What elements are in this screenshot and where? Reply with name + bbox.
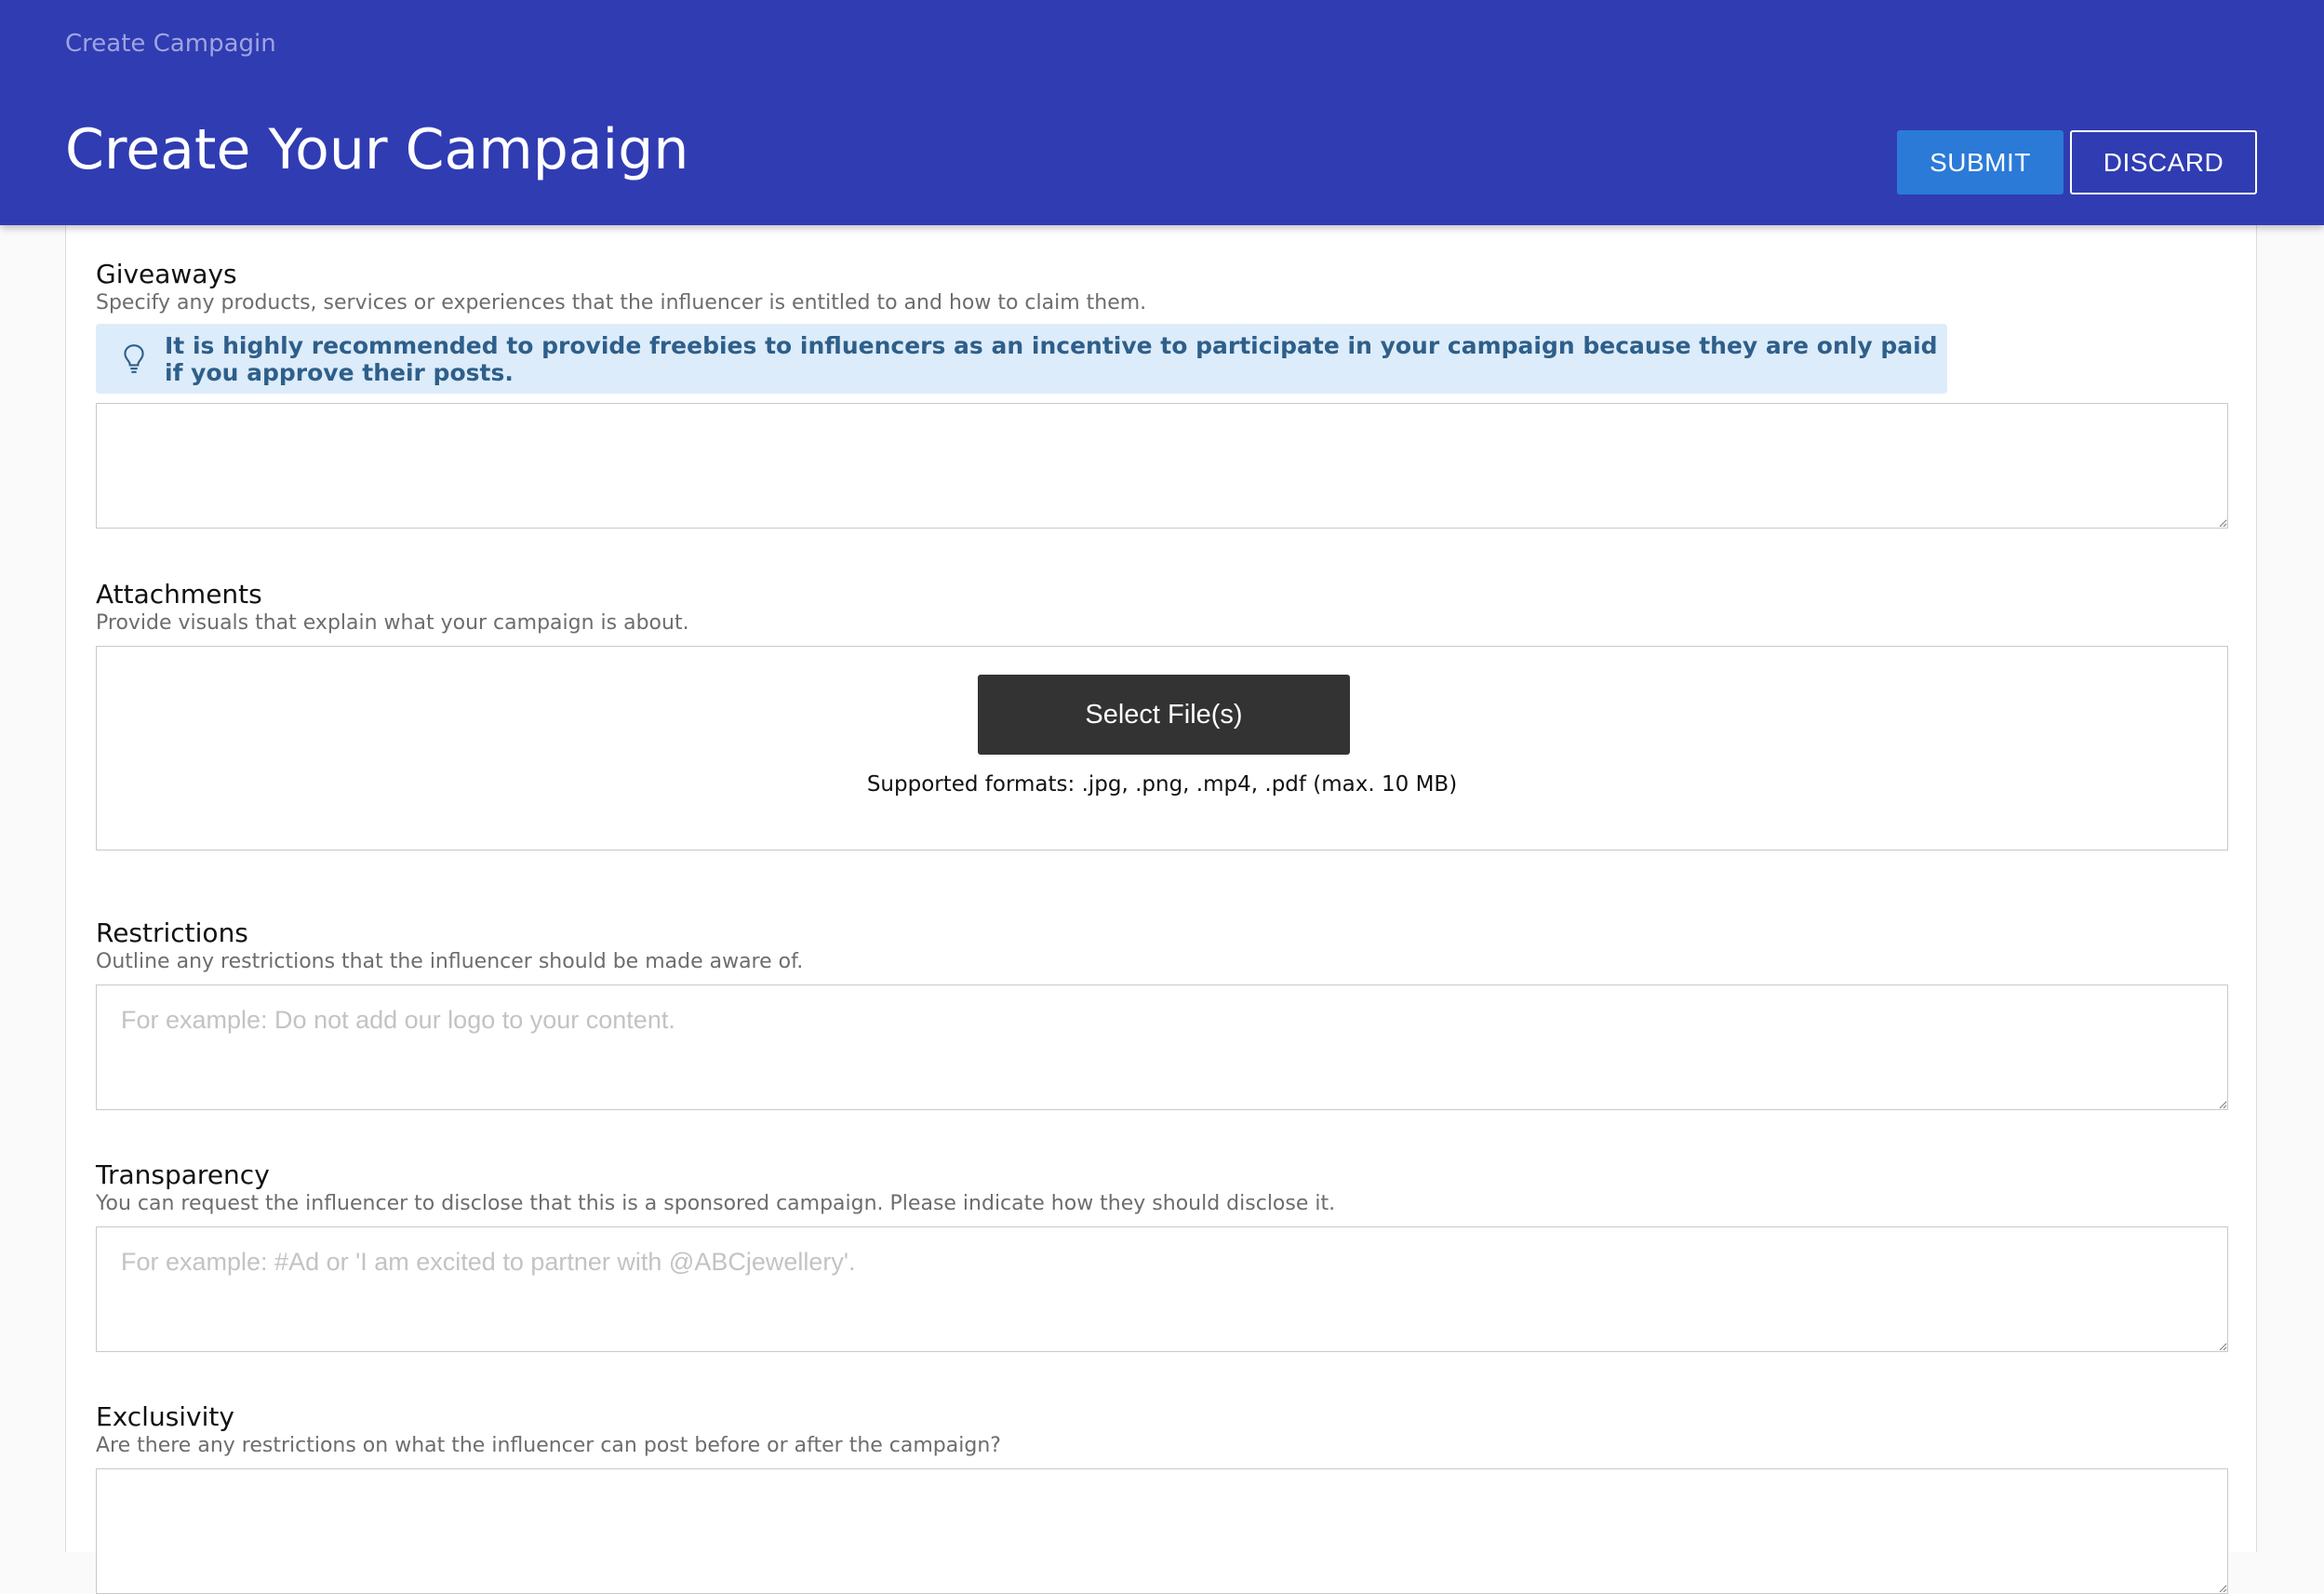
giveaways-tip: It is highly recommended to provide free… — [96, 324, 1947, 394]
attachments-section: Attachments Provide visuals that explain… — [96, 579, 2228, 851]
giveaways-section: Giveaways Specify any products, services… — [96, 259, 2228, 529]
restrictions-title: Restrictions — [96, 918, 248, 948]
app-header: Create Campagin Create Your Campaign SUB… — [0, 0, 2324, 225]
transparency-textarea[interactable] — [96, 1226, 2228, 1352]
submit-button[interactable]: SUBMIT — [1897, 130, 2064, 194]
discard-button[interactable]: DISCARD — [2070, 130, 2257, 194]
breadcrumb[interactable]: Create Campagin — [65, 30, 276, 58]
restrictions-section: Restrictions Outline any restrictions th… — [96, 918, 2228, 1110]
supported-formats-text: Supported formats: .jpg, .png, .mp4, .pd… — [866, 772, 1458, 797]
giveaways-description: Specify any products, services or experi… — [96, 291, 1147, 315]
select-files-button[interactable]: Select File(s) — [978, 675, 1350, 755]
restrictions-description: Outline any restrictions that the influe… — [96, 950, 804, 973]
giveaways-tip-text: It is highly recommended to provide free… — [165, 331, 1938, 386]
exclusivity-title: Exclusivity — [96, 1401, 234, 1432]
attachments-description: Provide visuals that explain what your c… — [96, 611, 689, 635]
transparency-title: Transparency — [96, 1159, 270, 1190]
exclusivity-textarea[interactable] — [96, 1468, 2228, 1594]
transparency-description: You can request the influencer to disclo… — [96, 1192, 1336, 1215]
attachments-title: Attachments — [96, 579, 262, 609]
giveaways-textarea[interactable] — [96, 403, 2228, 529]
giveaways-title: Giveaways — [96, 259, 237, 289]
lightbulb-icon — [124, 343, 144, 373]
transparency-section: Transparency You can request the influen… — [96, 1159, 2228, 1352]
exclusivity-section: Exclusivity Are there any restrictions o… — [96, 1401, 2228, 1594]
page-title: Create Your Campaign — [65, 117, 689, 182]
file-dropzone[interactable]: Select File(s) Supported formats: .jpg, … — [96, 646, 2228, 851]
restrictions-textarea[interactable] — [96, 985, 2228, 1110]
exclusivity-description: Are there any restrictions on what the i… — [96, 1434, 1001, 1457]
campaign-form: Giveaways Specify any products, services… — [65, 225, 2257, 1594]
